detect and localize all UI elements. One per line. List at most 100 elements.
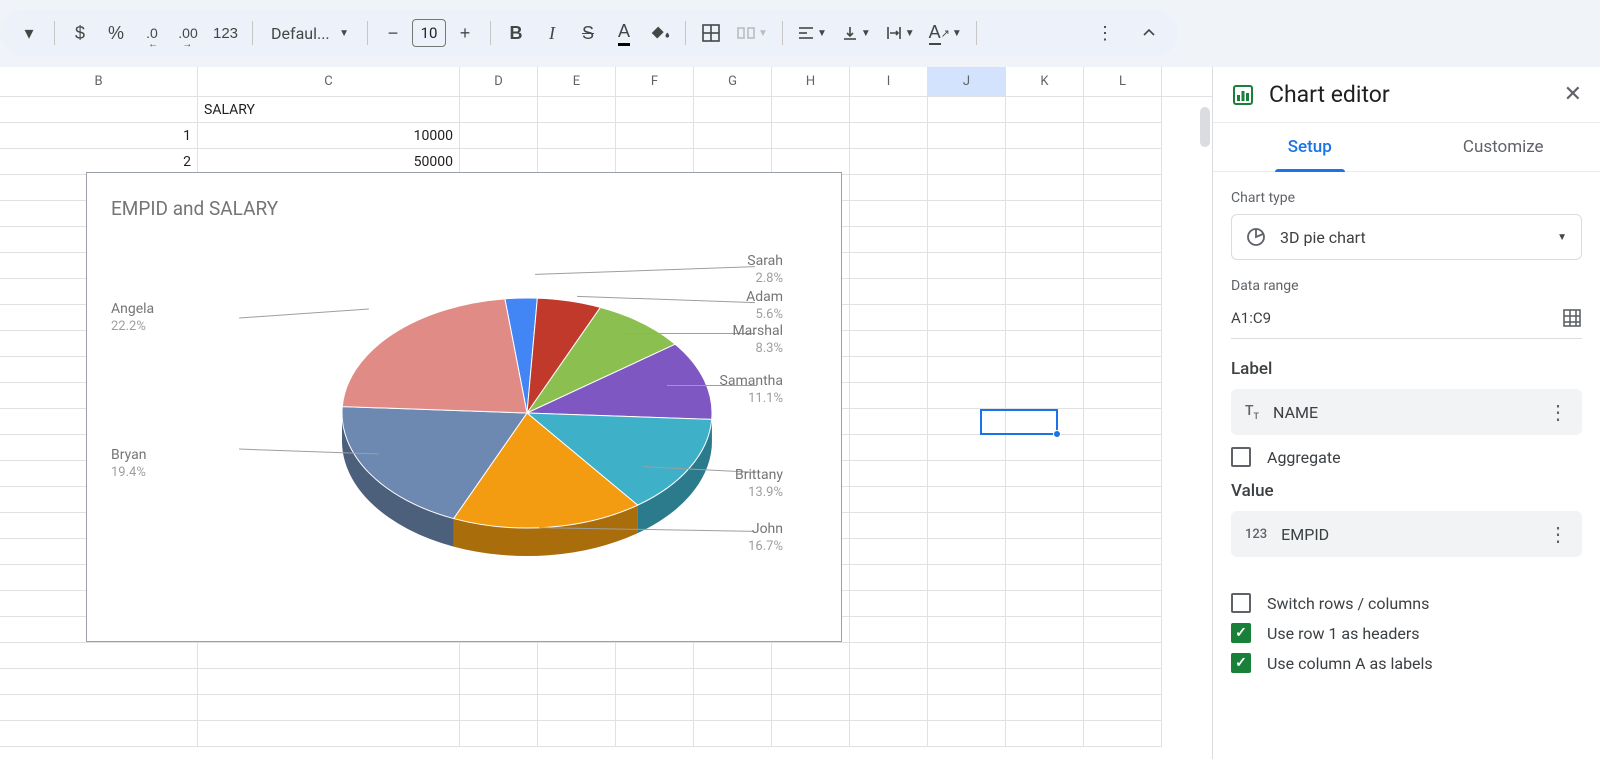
embedded-chart[interactable]: EMPID and SALARY <box>86 172 842 642</box>
pie-label-marshal: Marshal 8.3% <box>732 323 783 357</box>
pie-label-angela: Angela 22.2% <box>111 301 154 335</box>
label-name: Bryan <box>111 447 146 465</box>
percent-format-button[interactable]: % <box>99 16 133 50</box>
font-size-input[interactable]: 10 <box>412 19 446 47</box>
chevron-down-icon: ▼ <box>817 28 827 39</box>
pie-label-sarah: Sarah 2.8% <box>747 253 783 287</box>
overflow-menu-button[interactable]: ⋮ <box>1088 16 1122 50</box>
chart-title: EMPID and SALARY <box>111 197 278 220</box>
row1-headers-checkbox[interactable]: Use row 1 as headers <box>1231 623 1582 643</box>
text-color-button[interactable]: A <box>607 16 641 50</box>
label-pct: 2.8% <box>747 271 783 287</box>
pie-icon <box>1246 227 1266 247</box>
separator <box>367 21 368 45</box>
panel-title: Chart editor <box>1269 81 1550 108</box>
label-name: Samantha <box>720 373 783 391</box>
label-name: Angela <box>111 301 154 319</box>
col-header-E[interactable]: E <box>538 67 616 96</box>
col-header-F[interactable]: F <box>616 67 694 96</box>
decrease-font-button[interactable]: − <box>376 16 410 50</box>
select-range-icon[interactable] <box>1562 308 1582 328</box>
more-formats-button[interactable]: 123 <box>207 16 244 50</box>
pie-label-brittany: Brittany 13.9% <box>735 467 783 501</box>
col-header-L[interactable]: L <box>1084 67 1162 96</box>
label-name: John <box>748 521 783 539</box>
currency-format-button[interactable]: $ <box>63 16 97 50</box>
fill-handle[interactable] <box>1053 430 1061 438</box>
separator <box>490 21 491 45</box>
row1-headers-label: Use row 1 as headers <box>1267 624 1420 643</box>
panel-tabs: Setup Customize <box>1213 123 1600 172</box>
checkbox-on-icon <box>1231 623 1251 643</box>
chart-type-value: 3D pie chart <box>1280 228 1541 247</box>
grid-body[interactable]: SALARY 1 10000 2 50000 <box>0 97 1212 747</box>
decrease-decimal-button[interactable]: .0← <box>135 16 169 50</box>
label-pct: 11.1% <box>720 391 783 407</box>
label-menu-icon[interactable]: ⋮ <box>1548 400 1568 424</box>
label-pct: 13.9% <box>735 485 783 501</box>
data-range-input[interactable]: A1:C9 <box>1231 309 1552 327</box>
collapse-toolbar-button[interactable] <box>1132 16 1166 50</box>
col-header-J[interactable]: J <box>928 67 1006 96</box>
data-range-label: Data range <box>1231 278 1582 294</box>
label-pct: 8.3% <box>732 341 783 357</box>
scrollbar-thumb[interactable] <box>1200 107 1210 147</box>
italic-button[interactable]: I <box>535 16 569 50</box>
cell-C1[interactable]: SALARY <box>198 97 460 123</box>
chevron-down-icon: ▼ <box>1557 232 1567 243</box>
more-left-dropdown[interactable]: ▾ <box>12 16 46 50</box>
fill-color-button[interactable] <box>643 16 677 50</box>
col-header-K[interactable]: K <box>1006 67 1084 96</box>
switch-rows-columns-checkbox[interactable]: Switch rows / columns <box>1231 593 1582 613</box>
value-menu-icon[interactable]: ⋮ <box>1548 522 1568 546</box>
borders-button[interactable] <box>694 16 728 50</box>
chevron-down-icon: ▼ <box>905 28 915 39</box>
toolbar: ▾ $ % .0← .00→ 123 Defaul... ▼ − 10 + <box>0 10 1178 56</box>
col-header-G[interactable]: G <box>694 67 772 96</box>
cell-C2[interactable]: 10000 <box>198 123 460 149</box>
spreadsheet-grid[interactable]: B C D E F G H I J K L SALARY <box>0 67 1212 759</box>
cell-B2[interactable]: 1 <box>0 123 198 149</box>
increase-decimal-button[interactable]: .00→ <box>171 16 205 50</box>
pie-label-adam: Adam 5.6% <box>746 289 783 323</box>
close-icon[interactable]: ✕ <box>1564 82 1582 107</box>
tab-customize[interactable]: Customize <box>1407 123 1600 171</box>
pie-chart-svg <box>327 243 727 583</box>
separator <box>54 21 55 45</box>
label-field[interactable]: TT NAME ⋮ <box>1231 389 1582 435</box>
col-header-C[interactable]: C <box>198 67 460 96</box>
text-wrap-button[interactable]: ▼ <box>879 16 921 50</box>
pie-label-john: John 16.7% <box>748 521 783 555</box>
column-headers: B C D E F G H I J K L <box>0 67 1212 97</box>
chart-type-dropdown[interactable]: 3D pie chart ▼ <box>1231 214 1582 260</box>
label-section: Label <box>1231 359 1582 379</box>
col-header-I[interactable]: I <box>850 67 928 96</box>
label-value: NAME <box>1273 403 1534 422</box>
label-name: Adam <box>746 289 783 307</box>
font-family-dropdown[interactable]: Defaul... ▼ <box>261 24 359 43</box>
tab-setup[interactable]: Setup <box>1213 123 1407 171</box>
pie-label-samantha: Samantha 11.1% <box>720 373 783 407</box>
label-pct: 5.6% <box>746 307 783 323</box>
bold-button[interactable]: B <box>499 16 533 50</box>
col-header-D[interactable]: D <box>460 67 538 96</box>
separator <box>782 21 783 45</box>
increase-font-button[interactable]: + <box>448 16 482 50</box>
aggregate-checkbox[interactable]: Aggregate <box>1231 447 1582 467</box>
chart-type-label: Chart type <box>1231 190 1582 206</box>
toolbar-container: ▾ $ % .0← .00→ 123 Defaul... ▼ − 10 + <box>0 0 1600 67</box>
separator <box>976 21 977 45</box>
chevron-down-icon: ▼ <box>339 28 349 39</box>
col-header-B[interactable]: B <box>0 67 198 96</box>
vertical-align-button[interactable]: ▼ <box>835 16 877 50</box>
chevron-down-icon: ▼ <box>758 28 768 39</box>
horizontal-align-button[interactable]: ▼ <box>791 16 833 50</box>
merge-cells-button[interactable]: ▼ <box>730 16 774 50</box>
value-field[interactable]: 123 EMPID ⋮ <box>1231 511 1582 557</box>
chart-editor-panel: Chart editor ✕ Setup Customize Chart typ… <box>1212 67 1600 759</box>
col-header-H[interactable]: H <box>772 67 850 96</box>
chevron-down-icon: ▼ <box>952 28 962 39</box>
text-rotation-button[interactable]: A↗ ▼ <box>923 16 968 50</box>
strikethrough-button[interactable]: S <box>571 16 605 50</box>
colA-labels-checkbox[interactable]: Use column A as labels <box>1231 653 1582 673</box>
